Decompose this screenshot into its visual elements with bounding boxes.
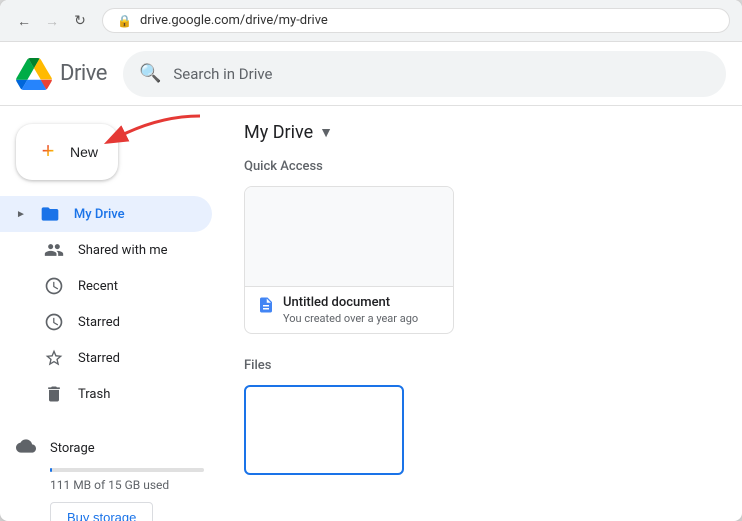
my-drive-label: My Drive bbox=[74, 207, 125, 222]
trash-icon bbox=[44, 384, 64, 404]
quick-access-grid: Untitled document You created over a yea… bbox=[244, 186, 718, 334]
cloud-icon bbox=[16, 436, 36, 460]
search-placeholder-text: Search in Drive bbox=[173, 65, 272, 83]
file-card-info: Untitled document You created over a yea… bbox=[245, 287, 453, 333]
sidebar-item-trash[interactable]: Trash bbox=[0, 376, 212, 412]
shared-label: Shared with me bbox=[78, 243, 168, 258]
storage-text-label: Storage bbox=[50, 441, 95, 456]
sidebar-item-starred[interactable]: Starred bbox=[0, 304, 212, 340]
content-title: My Drive ▼ bbox=[244, 122, 718, 143]
quick-access-label: Quick Access bbox=[244, 159, 718, 174]
buy-storage-button[interactable]: Buy storage bbox=[50, 502, 153, 521]
storage-label: Storage bbox=[16, 436, 204, 460]
nav-buttons: ← → ↻ bbox=[12, 9, 92, 33]
drive-title: My Drive bbox=[244, 122, 313, 143]
browser-window: ← → ↻ 🔒 drive.google.com/drive/my-drive … bbox=[0, 0, 742, 521]
starred-label: Starred bbox=[78, 315, 120, 330]
sidebar-item-shared[interactable]: Shared with me bbox=[0, 232, 212, 268]
title-dropdown-icon[interactable]: ▼ bbox=[319, 124, 333, 141]
file-date: You created over a year ago bbox=[283, 312, 418, 325]
star-outline-icon bbox=[44, 348, 64, 368]
clock-icon bbox=[44, 276, 64, 296]
people-icon bbox=[44, 240, 64, 260]
storage-section: Storage 111 MB of 15 GB used Buy storage bbox=[0, 428, 220, 521]
header-logo: Drive bbox=[16, 58, 107, 90]
plus-icon bbox=[36, 140, 60, 164]
trash-label: Trash bbox=[78, 387, 110, 402]
new-button[interactable]: New bbox=[16, 124, 118, 180]
new-button-label: New bbox=[70, 144, 98, 160]
recent-label: Recent bbox=[78, 279, 118, 294]
sidebar: New ► My Drive bbox=[0, 106, 220, 521]
app-header: Drive 🔍 Search in Drive bbox=[0, 42, 742, 106]
back-button[interactable]: ← bbox=[12, 9, 36, 33]
main-content: New ► My Drive bbox=[0, 106, 742, 521]
doc-icon bbox=[257, 296, 275, 314]
drive-logo-text: Drive bbox=[60, 61, 107, 86]
address-bar[interactable]: 🔒 drive.google.com/drive/my-drive bbox=[102, 8, 730, 33]
sidebar-item-starred2[interactable]: Starred bbox=[0, 340, 212, 376]
search-icon: 🔍 bbox=[139, 63, 161, 84]
star-icon bbox=[44, 312, 64, 332]
sidebar-item-my-drive[interactable]: ► My Drive bbox=[0, 196, 212, 232]
file-details: Untitled document You created over a yea… bbox=[283, 295, 418, 325]
browser-chrome: ← → ↻ 🔒 drive.google.com/drive/my-drive bbox=[0, 0, 742, 42]
storage-used-text: 111 MB of 15 GB used bbox=[50, 478, 204, 492]
files-label: Files bbox=[244, 358, 718, 373]
storage-bar-fill bbox=[50, 468, 52, 472]
file-name: Untitled document bbox=[283, 295, 418, 310]
files-grid bbox=[244, 385, 718, 475]
lock-icon: 🔒 bbox=[117, 14, 132, 28]
file-preview bbox=[245, 187, 453, 287]
sidebar-item-recent[interactable]: Recent bbox=[0, 268, 212, 304]
reload-button[interactable]: ↻ bbox=[68, 9, 92, 33]
folder-icon bbox=[40, 204, 60, 224]
file-thumbnail[interactable] bbox=[244, 385, 404, 475]
url-text: drive.google.com/drive/my-drive bbox=[140, 13, 328, 28]
storage-bar-container bbox=[50, 468, 204, 472]
file-card[interactable]: Untitled document You created over a yea… bbox=[244, 186, 454, 334]
drive-content: My Drive ▼ Quick Access Untitled documen… bbox=[220, 106, 742, 521]
search-bar[interactable]: 🔍 Search in Drive bbox=[123, 51, 726, 97]
my-drive-chevron: ► bbox=[16, 209, 26, 220]
forward-button[interactable]: → bbox=[40, 9, 64, 33]
drive-logo-icon bbox=[16, 58, 52, 90]
starred2-label: Starred bbox=[78, 351, 120, 366]
